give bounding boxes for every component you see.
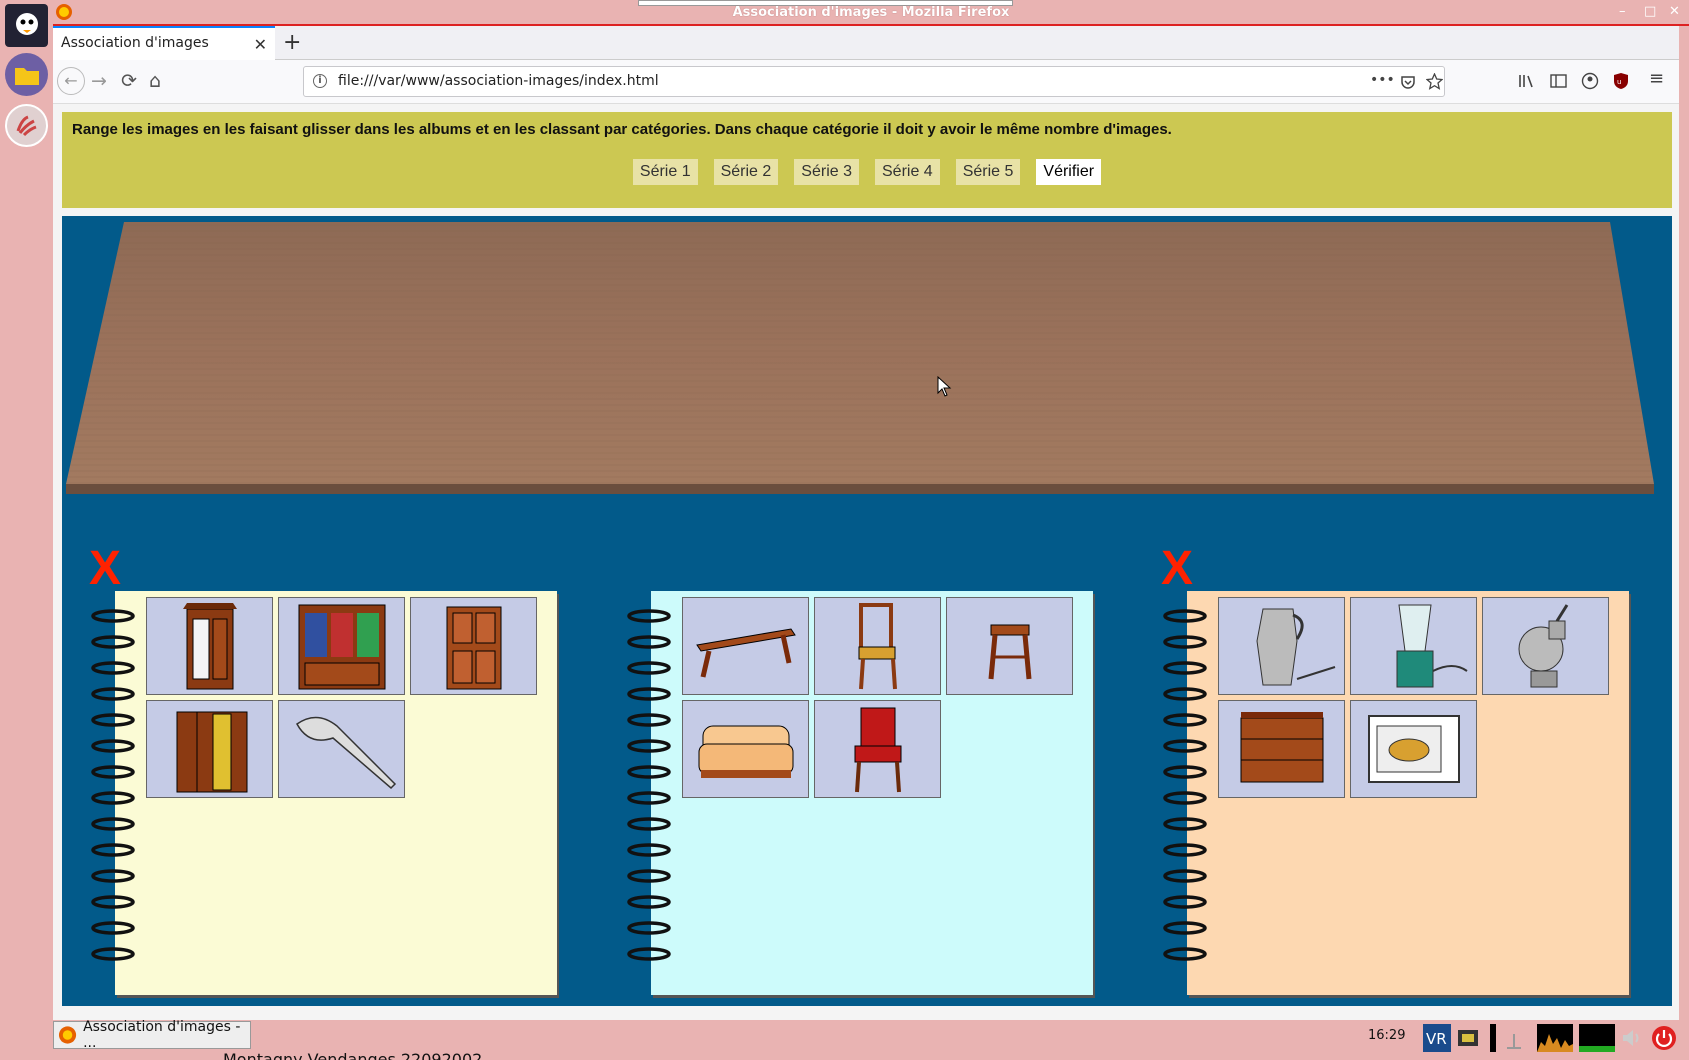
verify-button[interactable]: Vérifier: [1036, 159, 1102, 185]
wrong-mark-album-3: X: [1161, 542, 1194, 595]
coffee-pot-icon: [1255, 608, 1335, 686]
tab-association[interactable]: Association d'images ✕: [53, 26, 275, 60]
url-bar[interactable]: i file:///var/www/association-images/ind…: [303, 66, 1445, 97]
page-actions-button[interactable]: •••: [1370, 72, 1395, 88]
desktop: Association d'images - Mozilla Firefox –…: [0, 0, 1689, 1060]
window-title: Association d'images - Mozilla Firefox: [732, 5, 1010, 20]
background-window-text: Montagny Vendanges 22092002: [223, 1050, 483, 1060]
info-icon[interactable]: i: [313, 74, 327, 88]
hand-icon[interactable]: [5, 104, 48, 147]
image-card-cabinet[interactable]: [410, 597, 537, 695]
minimize-button[interactable]: –: [1619, 4, 1626, 19]
cpu-meter-icon: [1490, 1024, 1496, 1052]
app-logo-icon[interactable]: [5, 4, 48, 47]
series-buttons: Série 1 Série 2 Série 3 Série 4 Série 5 Vérif…: [62, 159, 1672, 185]
reload-button[interactable]: ⟳: [121, 70, 137, 92]
serie-2-button[interactable]: Série 2: [713, 159, 779, 185]
instructions-panel: Range les images en les faisant glisser …: [62, 112, 1672, 208]
pocket-icon[interactable]: [1400, 74, 1416, 90]
image-card-armoire[interactable]: [146, 700, 273, 798]
taskbar-item-label: Association d'images - ...: [83, 1019, 241, 1051]
image-card-meat-grinder[interactable]: [1482, 597, 1609, 695]
sidebar-icon[interactable]: [1550, 73, 1567, 89]
clock: 16:29: [1368, 1028, 1406, 1043]
image-card-chair[interactable]: [814, 597, 941, 695]
cabinet-icon: [446, 606, 501, 690]
image-card-oven[interactable]: [1350, 700, 1477, 798]
power-icon[interactable]: [1651, 1025, 1677, 1051]
image-card-stool[interactable]: [946, 597, 1073, 695]
image-card-coffee-pot[interactable]: [1218, 597, 1345, 695]
image-card-wardrobe[interactable]: [146, 597, 273, 695]
meat-grinder-icon: [1518, 604, 1568, 688]
spiral-binding-icon: [1163, 609, 1207, 961]
electric-knife-icon: [295, 716, 396, 790]
close-window-button[interactable]: ✕: [1669, 4, 1680, 19]
dresser-icon: [1240, 712, 1323, 783]
armoire-icon: [176, 711, 247, 793]
spiral-binding-icon: [91, 609, 135, 961]
browser-window: Association d'images ✕ + ← → ⟳ ⌂ i file:…: [53, 26, 1679, 1020]
taskbar-item-firefox[interactable]: Association d'images - ...: [53, 1019, 251, 1051]
chair-icon: [858, 603, 897, 690]
network-icon[interactable]: [1456, 1026, 1480, 1050]
mouse-cursor-icon: [937, 376, 952, 397]
tab-close-button[interactable]: ✕: [254, 35, 267, 54]
serie-4-button[interactable]: Série 4: [875, 159, 940, 185]
svg-text:u: u: [1617, 78, 1621, 86]
bench-icon: [695, 628, 796, 678]
page-content: Range les images en les faisant glisser …: [53, 104, 1679, 1020]
image-card-armchair[interactable]: [814, 700, 941, 798]
wood-shelf[interactable]: [62, 216, 1672, 516]
tab-label: Association d'images: [61, 35, 209, 51]
stool-icon: [988, 624, 1031, 680]
virtual-desktop-icon[interactable]: VR: [1423, 1024, 1451, 1052]
image-card-bookcase[interactable]: [278, 597, 405, 695]
signal-icon[interactable]: [1503, 1028, 1525, 1050]
library-icon[interactable]: [1518, 73, 1534, 89]
memory-monitor-icon: [1579, 1024, 1615, 1052]
firefox-icon: [58, 1026, 77, 1044]
system-monitor-icon: [1537, 1024, 1573, 1052]
bookcase-icon: [298, 604, 385, 690]
home-button[interactable]: ⌂: [149, 70, 161, 92]
back-button[interactable]: ←: [57, 67, 85, 95]
sofa-icon: [698, 725, 793, 778]
oven-icon: [1367, 715, 1460, 783]
image-card-sofa[interactable]: [682, 700, 809, 798]
left-dock: [0, 0, 53, 1060]
url-text: file:///var/www/association-images/index…: [338, 73, 659, 89]
files-folder-icon[interactable]: [5, 53, 48, 96]
instructions-text: Range les images en les faisant glisser …: [72, 121, 1172, 138]
armchair-icon: [854, 707, 901, 793]
album-2[interactable]: [625, 591, 1093, 995]
wrong-mark-album-1: X: [89, 542, 122, 595]
image-card-blender[interactable]: [1350, 597, 1477, 695]
album-1[interactable]: [89, 591, 557, 995]
window-titlebar: Association d'images - Mozilla Firefox –…: [53, 0, 1689, 26]
tab-strip: Association d'images ✕ +: [53, 26, 1679, 60]
image-card-dresser[interactable]: [1218, 700, 1345, 798]
serie-3-button[interactable]: Série 3: [794, 159, 859, 185]
serie-1-button[interactable]: Série 1: [632, 159, 698, 185]
account-icon[interactable]: [1581, 72, 1599, 90]
image-card-electric-knife[interactable]: [278, 700, 405, 798]
album-3[interactable]: [1161, 591, 1629, 995]
ublock-icon[interactable]: u: [1613, 72, 1629, 90]
game-board: X X: [62, 216, 1672, 1006]
nav-toolbar: ← → ⟳ ⌂ i file:///var/www/association-im…: [53, 60, 1679, 104]
menu-button[interactable]: ≡: [1649, 68, 1664, 89]
new-tab-button[interactable]: +: [283, 30, 301, 55]
bookmark-star-icon[interactable]: [1426, 73, 1443, 90]
volume-icon[interactable]: [1621, 1028, 1643, 1048]
blender-icon: [1396, 604, 1468, 688]
maximize-button[interactable]: □: [1644, 4, 1656, 19]
svg-text:VR: VR: [1426, 1030, 1447, 1048]
forward-button[interactable]: →: [91, 70, 107, 92]
serie-5-button[interactable]: Série 5: [955, 159, 1021, 185]
spiral-binding-icon: [627, 609, 671, 961]
wardrobe-icon: [182, 603, 237, 690]
image-card-bench[interactable]: [682, 597, 809, 695]
taskbar: Association d'images - ... Montagny Vend…: [53, 1019, 1689, 1060]
